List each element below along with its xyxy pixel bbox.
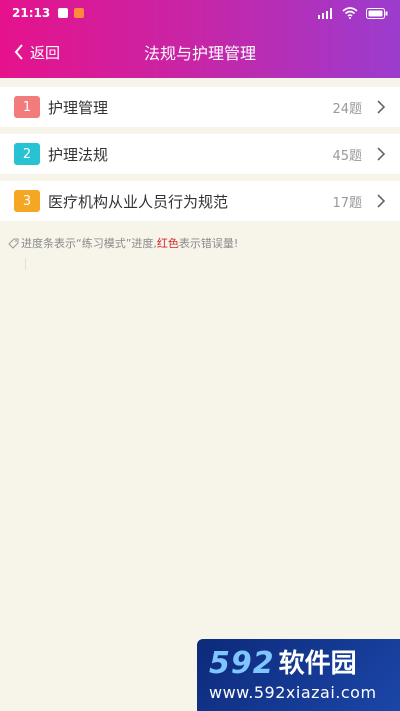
list-item-2[interactable]: 3 医疗机构从业人员行为规范 17题 [0, 181, 400, 221]
watermark-brand-cn: 软件园 [278, 649, 357, 679]
item-count: 17题 [332, 195, 362, 211]
chevron-left-icon [14, 44, 23, 60]
hint-text-2: 表示错误量! [178, 237, 239, 250]
item-index-badge: 1 [14, 96, 40, 118]
signal-icon [318, 7, 332, 19]
chevron-right-icon [377, 194, 386, 208]
notification-icon [58, 8, 69, 18]
list-item-1[interactable]: 2 护理法规 45题 [0, 134, 400, 174]
watermark-url: www.592xiazai.com [209, 683, 377, 702]
app-notification-icon [74, 8, 85, 18]
watermark-logo: 592 软件园 www.592xiazai.com [197, 639, 400, 711]
item-index-badge: 2 [14, 143, 40, 165]
tag-icon [8, 238, 19, 249]
hint-text-1: 进度条表示“练习模式”进度, [21, 237, 157, 250]
item-label: 护理法规 [48, 145, 109, 164]
category-list: 1 护理管理 24题 2 护理法规 45题 3 医疗机构从业人员行为规范 17题 [0, 87, 400, 221]
item-index-badge: 3 [14, 190, 40, 212]
status-bar: 21:13 [0, 0, 400, 26]
header: 21:13 返回 法规与护理管理 [0, 0, 400, 78]
item-label: 医疗机构从业人员行为规范 [48, 192, 229, 211]
divider [25, 258, 26, 270]
nav-bar: 返回 法规与护理管理 [0, 26, 400, 78]
battery-icon [366, 7, 388, 19]
wifi-icon [342, 7, 358, 19]
chevron-right-icon [377, 100, 386, 114]
back-button[interactable]: 返回 [14, 42, 60, 63]
status-time: 21:13 [12, 6, 51, 20]
hint-text-red: 红色 [156, 237, 179, 250]
watermark-brand-num: 592 [209, 646, 275, 681]
back-label: 返回 [30, 43, 61, 62]
progress-hint: 进度条表示“练习模式”进度, 红色 表示错误量! [0, 221, 400, 251]
item-label: 护理管理 [48, 98, 109, 117]
list-item-0[interactable]: 1 护理管理 24题 [0, 87, 400, 127]
watermark-brand: 592 软件园 [209, 647, 390, 681]
item-count: 45题 [332, 148, 362, 164]
chevron-right-icon [377, 147, 386, 161]
item-count: 24题 [332, 101, 362, 117]
status-icons [318, 7, 388, 19]
